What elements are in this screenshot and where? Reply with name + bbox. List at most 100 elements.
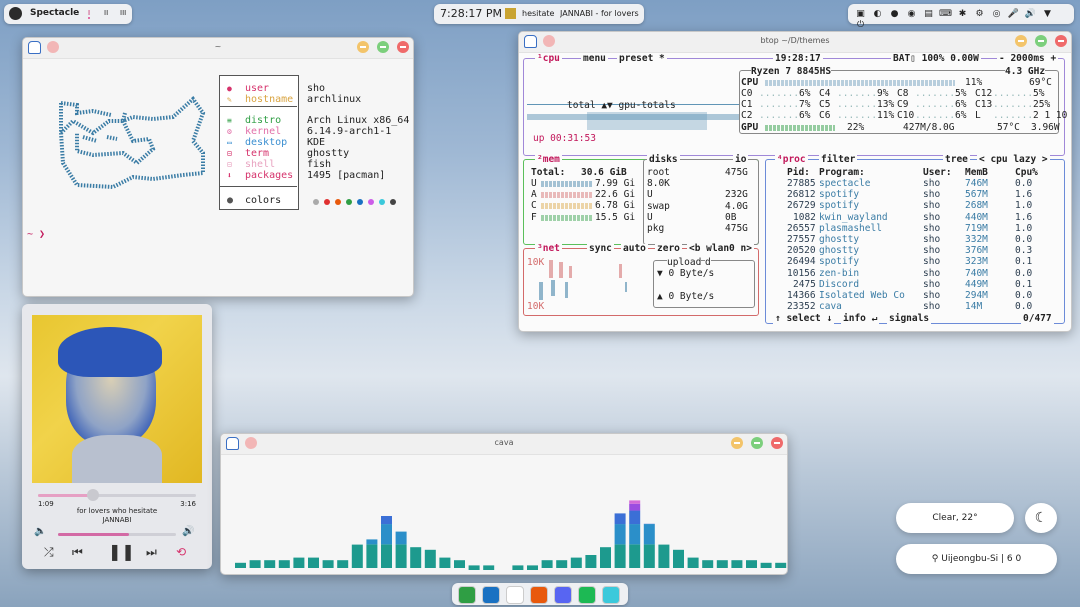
volume-high-icon[interactable]: 🔊 — [182, 526, 194, 537]
proc-cell: kwin_wayland — [819, 211, 888, 223]
titlebar[interactable]: ~ — [23, 38, 413, 59]
dock[interactable] — [452, 583, 628, 605]
visualizer-bar — [468, 565, 480, 570]
theme-icon[interactable]: ◐ — [871, 9, 884, 19]
now-playing-song[interactable]: hesitate — [522, 9, 554, 18]
weather-location[interactable]: ⚲ Uijeongbu-Si | 6 0 — [896, 544, 1057, 574]
weather-condition[interactable]: Clear, 22° — [896, 503, 1014, 533]
proc-cell: 0.3 — [1015, 245, 1033, 257]
visualizer-bar — [249, 560, 261, 568]
progress-knob[interactable] — [87, 489, 100, 501]
palette-swatch — [368, 199, 374, 205]
maximize-button[interactable] — [751, 437, 763, 449]
disks-tab[interactable]: disks — [647, 155, 680, 165]
auto-toggle[interactable]: auto — [621, 244, 648, 254]
select-nav[interactable]: ↑ select ↓ — [773, 314, 835, 324]
mem-row-label: C — [531, 200, 537, 212]
proc-column-header[interactable]: Cpu% — [1015, 167, 1038, 178]
shuffle-icon[interactable]: ⤮ — [44, 545, 54, 560]
mem-bar — [541, 192, 593, 199]
next-icon[interactable]: ⏭ — [146, 545, 157, 560]
net-tab[interactable]: ³net — [535, 244, 562, 254]
proc-cell: 0.0 — [1015, 267, 1033, 279]
disk-row-value: 475G — [725, 167, 748, 178]
system-tray[interactable]: ▣ ◐ ● ◉ ▤ ⌨ ✱ ⚙ ◎ 🎤 🔊 ▼ ⏻ — [848, 4, 1074, 30]
visualizer-bar — [483, 565, 495, 570]
proc-column-header[interactable]: Pid: — [787, 167, 810, 178]
desktop-3[interactable]: III — [120, 9, 126, 17]
clipboard-icon[interactable]: ▤ — [922, 9, 935, 19]
music-player-widget[interactable]: 1:09 3:16 for lovers who hesitate JANNAB… — [22, 304, 212, 569]
filter-tab[interactable]: filter — [819, 155, 858, 165]
visualizer-bar — [366, 539, 378, 568]
album-thumb — [505, 8, 516, 19]
spectacle-panel[interactable]: Spectacle I II III — [4, 4, 132, 24]
interface-select[interactable]: <b wlan0 n> — [687, 244, 754, 254]
camera-icon[interactable]: ◉ — [905, 9, 918, 19]
power-icon[interactable]: ⏻ — [854, 20, 867, 30]
core-dots: ....... — [993, 88, 1034, 99]
minimize-button[interactable] — [1015, 35, 1027, 47]
bluetooth-icon[interactable]: ✱ — [956, 9, 969, 19]
files-icon[interactable] — [482, 586, 500, 604]
progress-track[interactable] — [38, 489, 196, 501]
minimize-button[interactable] — [731, 437, 743, 449]
microphone-icon[interactable]: 🎤 — [1007, 9, 1020, 19]
tree-tab[interactable]: tree — [943, 155, 970, 165]
refresh-rate[interactable]: - 2000ms + — [997, 54, 1059, 64]
core-pct: 25% — [1033, 99, 1051, 111]
shell-prompt[interactable]: ~ ❯ — [27, 229, 45, 240]
proc-tab[interactable]: ⁴proc — [775, 155, 808, 165]
clock-media-panel[interactable]: 7:28:17 PM hesitate JANNABI - for lovers… — [434, 4, 644, 24]
spotify-icon[interactable] — [578, 586, 596, 604]
volume-slider[interactable] — [58, 533, 176, 536]
keyboard-icon[interactable]: ⌨ — [939, 9, 952, 19]
proc-column-header[interactable]: User: — [923, 167, 952, 178]
preset-tab[interactable]: preset * — [617, 54, 667, 64]
discord-icon[interactable] — [554, 586, 572, 604]
previous-icon[interactable]: ⏮ — [72, 545, 83, 560]
spotify-icon[interactable]: ● — [888, 9, 901, 19]
desktop-1[interactable]: I — [88, 9, 91, 19]
wifi-icon[interactable]: ▼ — [1041, 9, 1054, 19]
night-mode-button[interactable]: ☾ — [1025, 503, 1057, 533]
clock[interactable]: 7:28:17 PM — [440, 7, 502, 20]
desktop-2[interactable]: II — [104, 9, 108, 17]
volume-low-icon[interactable]: 🔈 — [34, 526, 46, 537]
repeat-icon[interactable]: ⟲ — [176, 545, 186, 559]
proc-cell: spotify — [819, 189, 860, 201]
titlebar[interactable]: btop ~/D/themes — [519, 32, 1071, 53]
info-button[interactable]: info ↵ — [841, 314, 880, 324]
io-tab[interactable]: io — [733, 155, 749, 165]
titlebar[interactable]: cava — [221, 434, 787, 455]
cava-window[interactable]: cava — [220, 433, 788, 575]
proc-column-header[interactable]: MemB — [965, 167, 988, 178]
minimize-button[interactable] — [357, 41, 369, 53]
screenshot-icon[interactable]: ▣ — [854, 9, 867, 19]
close-button[interactable] — [1055, 35, 1067, 47]
cpu-tab[interactable]: ¹cpu — [535, 54, 562, 64]
menu-tab[interactable]: menu — [581, 54, 608, 64]
krita-icon[interactable] — [458, 586, 476, 604]
btop-window[interactable]: btop ~/D/themes ¹cpu menu preset * 19:28… — [518, 31, 1072, 332]
steam-icon[interactable]: ◎ — [990, 9, 1003, 19]
proc-cell: ghostty — [819, 245, 860, 257]
zero-toggle[interactable]: zero — [655, 244, 682, 254]
volume-icon[interactable]: 🔊 — [1024, 9, 1037, 19]
now-playing-artist[interactable]: JANNABI - for lovers w — [560, 9, 640, 18]
sync-toggle[interactable]: sync — [587, 244, 614, 254]
terminal-window-fastfetch[interactable]: ~ ● user sho ✎ hostname archlinux ≡ distro Arch … — [22, 37, 414, 297]
proc-column-header[interactable]: Program: — [819, 167, 865, 178]
pause-icon[interactable]: ❚❚ — [108, 542, 135, 561]
signals-button[interactable]: signals — [887, 314, 932, 324]
mem-tab[interactable]: ²mem — [535, 155, 562, 165]
maximize-button[interactable] — [377, 41, 389, 53]
firefox-icon[interactable] — [530, 586, 548, 604]
ghostty-icon[interactable] — [506, 586, 524, 604]
close-button[interactable] — [397, 41, 409, 53]
close-button[interactable] — [771, 437, 783, 449]
maximize-button[interactable] — [1035, 35, 1047, 47]
sort-mode[interactable]: < cpu lazy > — [977, 155, 1050, 165]
settings-icon[interactable]: ⚙ — [973, 9, 986, 19]
steam-icon[interactable] — [602, 586, 620, 604]
